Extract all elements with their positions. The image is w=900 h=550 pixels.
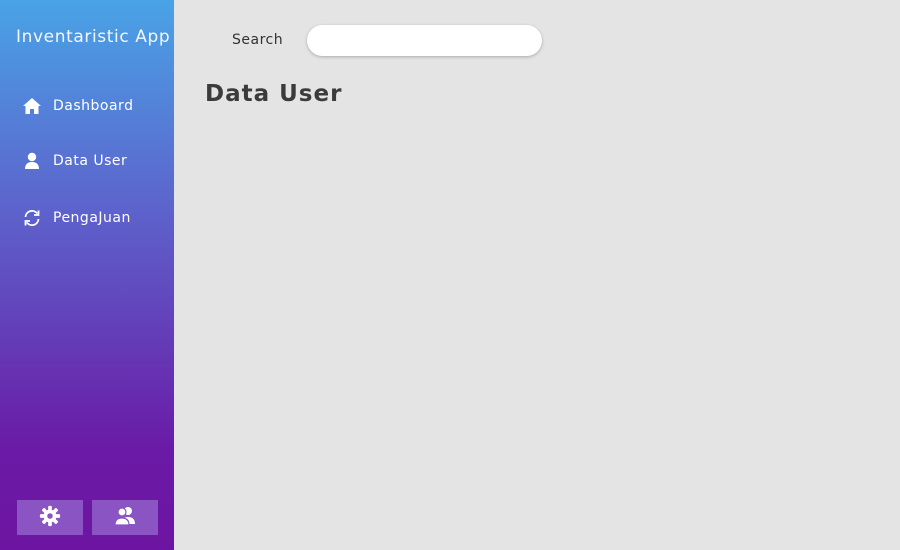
search-label: Search <box>232 32 284 48</box>
users-button[interactable] <box>92 500 158 535</box>
users-icon <box>113 505 137 531</box>
sidebar: Inventaristic App Dashboard Data User Pe… <box>0 0 174 550</box>
sidebar-item-pengajuan[interactable]: PengaJuan <box>22 205 131 231</box>
search-input[interactable] <box>307 25 542 56</box>
home-icon <box>22 96 42 116</box>
app-window: Inventaristic App Dashboard Data User Pe… <box>0 0 900 550</box>
sidebar-item-label: Dashboard <box>53 98 134 114</box>
app-title: Inventaristic App <box>16 27 171 47</box>
refresh-icon <box>22 208 42 228</box>
sidebar-item-label: PengaJuan <box>53 210 131 226</box>
user-icon <box>22 151 42 171</box>
gear-icon <box>39 505 61 531</box>
sidebar-item-dashboard[interactable]: Dashboard <box>22 93 133 119</box>
sidebar-item-label: Data User <box>53 153 128 169</box>
page-title: Data User <box>205 81 343 107</box>
sidebar-item-data-user[interactable]: Data User <box>22 148 127 174</box>
settings-button[interactable] <box>17 500 83 535</box>
